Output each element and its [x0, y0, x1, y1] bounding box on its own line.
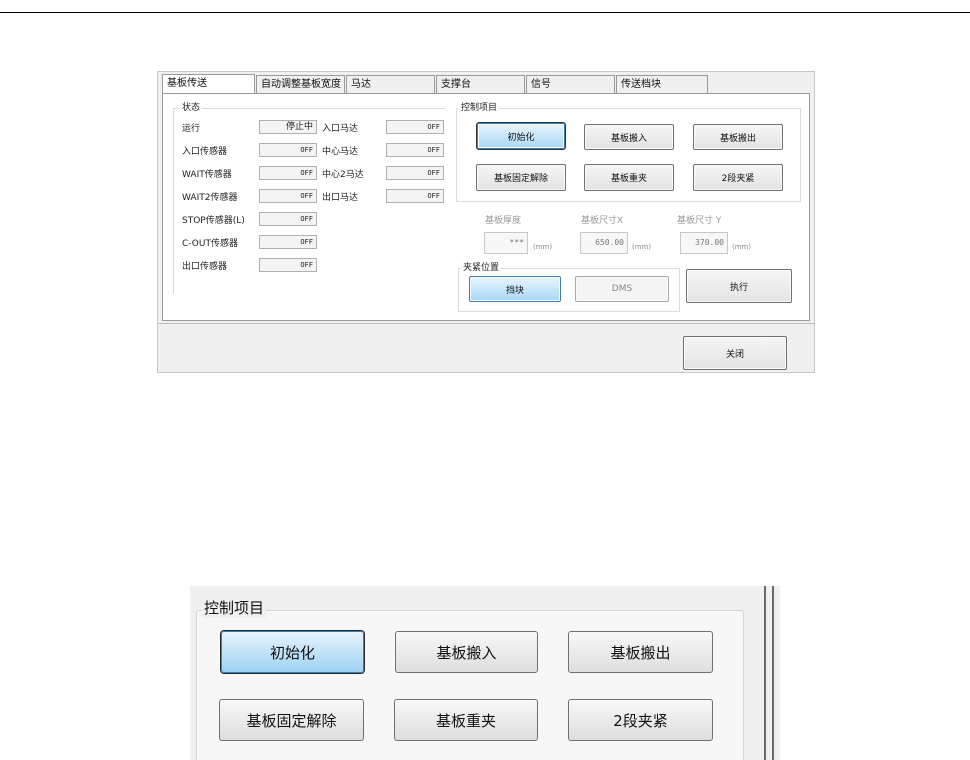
- motor-label-entry: 入口马达: [322, 124, 359, 134]
- status-value-wait2-sensor: OFF: [259, 189, 317, 203]
- tab-auto-width[interactable]: 自动调整基板宽度: [256, 75, 345, 94]
- zoom-board-unload-button[interactable]: 基板搬出: [568, 631, 713, 673]
- status-label-run: 运行: [182, 124, 201, 134]
- zoom-border-line: [764, 586, 766, 760]
- zoom-border-line: [772, 586, 774, 760]
- clamp-stopper-button[interactable]: 挡块: [469, 276, 561, 302]
- execute-button[interactable]: 执行: [686, 269, 792, 303]
- page-top-rule: [0, 12, 970, 13]
- tab-panel: 状态 运行 停止中 入口传感器 OFF WAIT传感器 OFF WAIT2传感器…: [162, 93, 810, 321]
- board-load-button[interactable]: 基板搬入: [584, 124, 674, 150]
- status-label-cout-sensor: C-OUT传感器: [182, 239, 238, 249]
- status-label-wait-sensor: WAIT传感器: [182, 170, 232, 180]
- status-label-wait2-sensor: WAIT2传感器: [182, 193, 238, 203]
- init-button[interactable]: 初始化: [477, 123, 565, 149]
- status-value-exit-sensor: OFF: [259, 258, 317, 272]
- motor-value-center2: OFF: [386, 166, 444, 180]
- board-unload-button[interactable]: 基板搬出: [693, 124, 783, 150]
- clamp-dms-button[interactable]: DMS: [575, 276, 669, 302]
- board-reclamp-button[interactable]: 基板重夹: [584, 164, 674, 191]
- size-y-unit: (mm): [732, 243, 752, 251]
- dialog-separator: [158, 323, 814, 324]
- tab-conveyor-stopper[interactable]: 传送档块: [616, 75, 708, 94]
- zoom-control-title: 控制项目: [202, 597, 267, 618]
- tab-conveyor[interactable]: 基板传送: [162, 74, 255, 95]
- size-x-value[interactable]: 650.00: [580, 232, 628, 254]
- size-x-unit: (mm): [632, 243, 652, 251]
- tab-signal[interactable]: 信号: [526, 75, 615, 94]
- status-label-entry-sensor: 入口传感器: [182, 147, 228, 157]
- zoom-board-unclamp-button[interactable]: 基板固定解除: [219, 699, 364, 741]
- status-value-stop-sensor: OFF: [259, 212, 317, 226]
- zoom-board-reclamp-button[interactable]: 基板重夹: [394, 699, 538, 741]
- tab-support-table[interactable]: 支撑台: [436, 75, 525, 94]
- status-group-title: 状态: [180, 102, 203, 114]
- zoom-board-load-button[interactable]: 基板搬入: [395, 631, 538, 673]
- control-group-zoom: 控制项目 初始化 基板搬入 基板搬出 基板固定解除 基板重夹 2段夹紧: [190, 586, 780, 760]
- clamp-group-title: 夹紧位置: [461, 262, 502, 274]
- zoom-two-stage-clamp-button[interactable]: 2段夹紧: [568, 699, 713, 741]
- control-group-title: 控制项目: [459, 102, 500, 114]
- status-label-exit-sensor: 出口传感器: [182, 262, 228, 272]
- status-value-wait-sensor: OFF: [259, 166, 317, 180]
- motor-value-exit: OFF: [386, 189, 444, 203]
- two-stage-clamp-button[interactable]: 2段夹紧: [693, 164, 783, 191]
- close-button[interactable]: 关闭: [683, 336, 787, 370]
- thickness-value[interactable]: ***: [484, 232, 528, 254]
- motor-value-center: OFF: [386, 143, 444, 157]
- status-value-run: 停止中: [259, 120, 317, 134]
- status-label-stop-sensor: STOP传感器(L): [182, 216, 245, 226]
- motor-label-center2: 中心2马达: [322, 170, 364, 180]
- zoom-init-button[interactable]: 初始化: [221, 631, 364, 673]
- status-value-entry-sensor: OFF: [259, 143, 317, 157]
- status-value-cout-sensor: OFF: [259, 235, 317, 249]
- size-x-label: 基板尺寸X: [581, 216, 624, 226]
- motor-label-center: 中心马达: [322, 147, 359, 157]
- motor-value-entry: OFF: [386, 120, 444, 134]
- size-y-label: 基板尺寸 Y: [677, 216, 722, 226]
- motor-label-exit: 出口马达: [322, 193, 359, 203]
- thickness-unit: (mm): [533, 243, 553, 251]
- board-unclamp-button[interactable]: 基板固定解除: [476, 164, 566, 191]
- conveyor-dialog: 基板传送 自动调整基板宽度 马达 支撑台 信号 传送档块 状态 运行 停止中 入…: [157, 71, 815, 373]
- size-y-value[interactable]: 370.00: [680, 232, 728, 254]
- tab-motor[interactable]: 马达: [346, 75, 435, 94]
- thickness-label: 基板厚度: [485, 216, 522, 226]
